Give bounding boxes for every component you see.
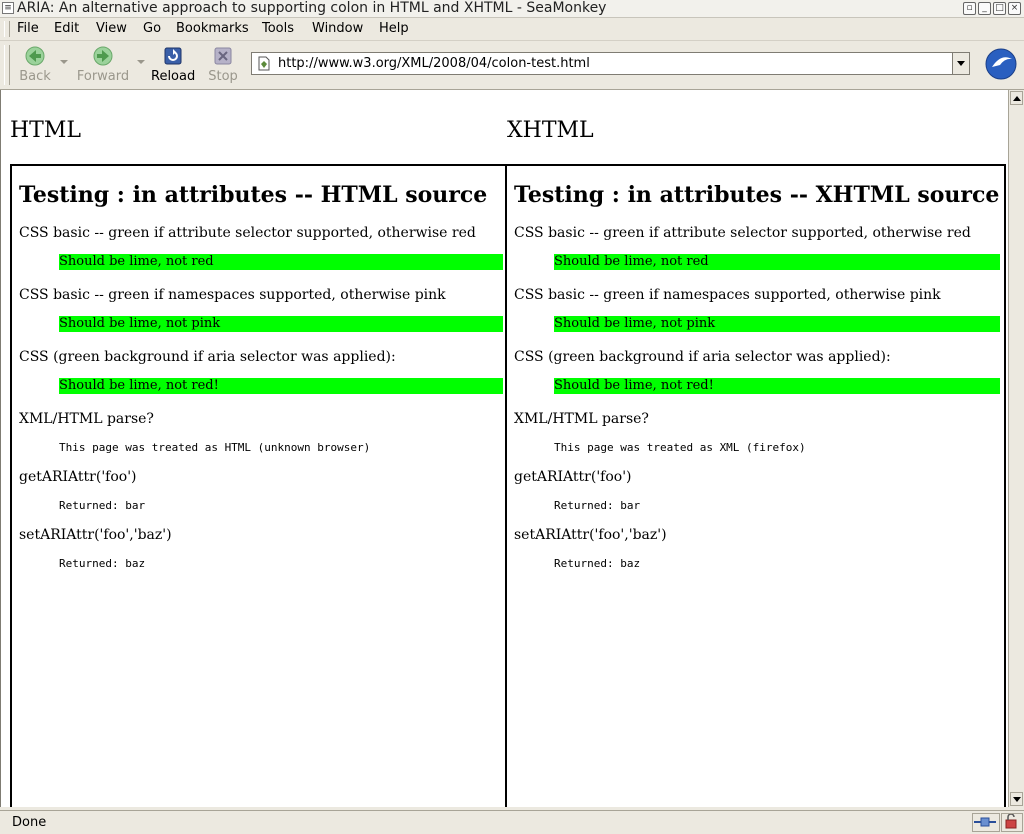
test-label: CSS basic -- green if attribute selector… xyxy=(514,225,971,241)
close-icon[interactable]: × xyxy=(1008,2,1021,15)
maximize-icon[interactable]: □ xyxy=(993,2,1006,15)
network-plug-icon xyxy=(974,817,996,827)
test-label: CSS basic -- green if attribute selector… xyxy=(19,225,476,241)
window-controls: ▫ _ □ × xyxy=(963,2,1021,15)
url-bar[interactable]: http://www.w3.org/XML/2008/04/colon-test… xyxy=(251,52,970,75)
menu-help[interactable]: Help xyxy=(379,21,409,37)
xhtml-heading: XHTML xyxy=(507,118,594,143)
scroll-down-icon[interactable] xyxy=(1010,792,1023,806)
test-label: XML/HTML parse? xyxy=(19,411,154,427)
frame-title: Testing : in attributes -- HTML source xyxy=(19,182,488,208)
lime-result-box: Should be lime, not red xyxy=(59,254,503,270)
url-text[interactable]: http://www.w3.org/XML/2008/04/colon-test… xyxy=(278,56,590,72)
lime-result-box: Should be lime, not pink xyxy=(59,316,503,332)
toolbar-grip[interactable] xyxy=(4,45,10,85)
back-label: Back xyxy=(19,69,51,84)
back-dropdown-icon[interactable] xyxy=(60,60,68,64)
html-frame: Testing : in attributes -- HTML source C… xyxy=(10,164,509,807)
forward-arrow-icon xyxy=(93,46,113,66)
menu-file[interactable]: File xyxy=(17,21,39,37)
test-result: Returned: baz xyxy=(554,557,641,570)
lime-result-box: Should be lime, not red! xyxy=(59,378,503,394)
test-label: getARIAttr('foo') xyxy=(19,469,137,485)
menu-go[interactable]: Go xyxy=(143,21,161,37)
back-arrow-icon xyxy=(25,46,45,66)
padlock-icon xyxy=(1005,813,1017,829)
test-label: setARIAttr('foo','baz') xyxy=(19,527,172,543)
seamonkey-throbber-icon[interactable] xyxy=(984,47,1018,81)
shade-icon[interactable]: ▫ xyxy=(963,2,976,15)
scroll-up-icon[interactable] xyxy=(1010,91,1023,105)
window-menu-icon[interactable]: ≡ xyxy=(2,2,14,14)
lime-result-box: Should be lime, not pink xyxy=(554,316,1000,332)
toolbar-grip[interactable] xyxy=(4,21,10,37)
reload-icon xyxy=(164,47,182,65)
page-content: HTML XHTML Testing : in attributes -- HT… xyxy=(0,90,1008,807)
frame-title: Testing : in attributes -- XHTML source xyxy=(514,182,1000,208)
status-bar: Done xyxy=(0,810,1024,834)
lime-result-box: Should be lime, not red! xyxy=(554,378,1000,394)
test-label: XML/HTML parse? xyxy=(514,411,649,427)
menu-view[interactable]: View xyxy=(96,21,127,37)
test-label: CSS (green background if aria selector w… xyxy=(514,349,891,365)
status-text: Done xyxy=(12,815,47,830)
forward-label: Forward xyxy=(76,69,130,84)
menu-edit[interactable]: Edit xyxy=(54,21,79,37)
reload-label: Reload xyxy=(151,69,196,84)
stop-button[interactable]: Stop xyxy=(206,45,240,84)
test-label: setARIAttr('foo','baz') xyxy=(514,527,667,543)
title-bar: ≡ ARIA: An alternative approach to suppo… xyxy=(0,0,1024,18)
test-result: Returned: bar xyxy=(554,499,641,512)
page-icon xyxy=(258,56,270,71)
test-result: Returned: baz xyxy=(59,557,146,570)
lime-result-box: Should be lime, not red xyxy=(554,254,1000,270)
forward-button[interactable]: Forward xyxy=(74,45,132,84)
url-dropdown-icon[interactable] xyxy=(952,53,969,74)
security-lock-icon[interactable] xyxy=(1001,813,1023,832)
window-title: ARIA: An alternative approach to support… xyxy=(17,0,607,16)
minimize-icon[interactable]: _ xyxy=(978,2,991,15)
test-result: This page was treated as XML (firefox) xyxy=(554,441,806,454)
back-button[interactable]: Back xyxy=(16,45,54,84)
vertical-scrollbar[interactable] xyxy=(1008,90,1024,807)
xhtml-frame: Testing : in attributes -- XHTML source … xyxy=(505,164,1006,807)
test-result: This page was treated as HTML (unknown b… xyxy=(59,441,371,454)
test-result: Returned: bar xyxy=(59,499,146,512)
html-heading: HTML xyxy=(10,118,81,143)
reload-button[interactable]: Reload xyxy=(151,45,195,84)
menu-bookmarks[interactable]: Bookmarks xyxy=(176,21,249,37)
menu-window[interactable]: Window xyxy=(312,21,363,37)
test-label: CSS basic -- green if namespaces support… xyxy=(19,287,446,303)
online-status-icon[interactable] xyxy=(972,813,1000,832)
forward-dropdown-icon[interactable] xyxy=(137,60,145,64)
test-label: CSS basic -- green if namespaces support… xyxy=(514,287,941,303)
test-label: getARIAttr('foo') xyxy=(514,469,632,485)
test-label: CSS (green background if aria selector w… xyxy=(19,349,396,365)
menu-bar: File Edit View Go Bookmarks Tools Window… xyxy=(0,18,1024,41)
stop-icon xyxy=(214,47,232,65)
stop-label: Stop xyxy=(208,69,238,84)
menu-tools[interactable]: Tools xyxy=(262,21,294,37)
